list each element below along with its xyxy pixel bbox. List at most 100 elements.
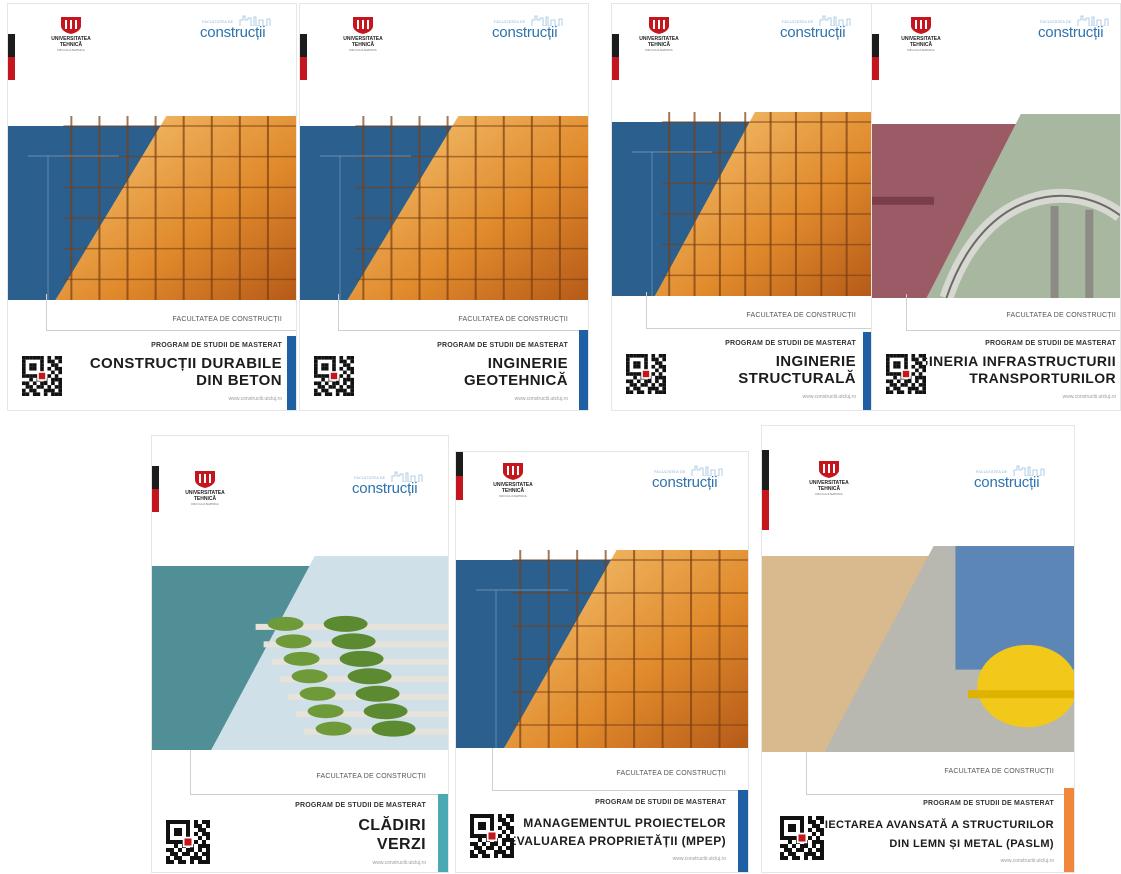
program-title: CONSTRUCȚII DURABILE DIN BETON [90,355,282,389]
hero-image [300,116,588,300]
university-logo: UNIVERSITATEA TEHNICĂ DIN CLUJ-NAPOCA [896,16,946,52]
brand-word: construcții [352,480,418,497]
divider-line [338,294,588,331]
program-title-line1: INGINERIE [775,353,856,370]
brand-word: construcții [492,24,558,41]
qr-code[interactable] [886,354,926,394]
website-link[interactable]: www.constructii.utcluj.ro [373,860,426,866]
hero-image [612,112,872,296]
program-title-line2: GEOTEHNICĂ [463,372,568,389]
university-name: UNIVERSITATEA TEHNICĂ [493,482,533,494]
qr-code[interactable] [166,820,210,864]
brand-word: construcții [200,24,266,41]
brochure-inginerie-geotehnica[interactable]: UNIVERSITATEA TEHNICĂ DIN CLUJ-NAPOCA FA… [300,4,588,410]
brochure-constructii-durabile[interactable]: UNIVERSITATEA TEHNICĂ DIN CLUJ-NAPOCA FA… [8,4,296,410]
faculty-label: FACULTATEA DE CONSTRUCȚII [616,770,726,777]
program-title: CLĂDIRI VERZI [358,816,426,854]
hero-image [152,556,448,750]
university-subname: DIN CLUJ-NAPOCA [57,48,85,52]
university-subname: DIN CLUJ-NAPOCA [815,492,843,496]
faculty-label: FACULTATEA DE CONSTRUCȚII [746,312,856,319]
brand-word: construcții [780,24,846,41]
brand-color-bar [456,452,463,500]
program-title-line1: CONSTRUCȚII DURABILE [89,355,282,372]
program-label: PROGRAM DE STUDII DE MASTERAT [437,342,568,349]
hero-image [456,550,748,748]
faculty-brand-logo: FACULTATEA DE construcții [974,464,1054,494]
faculty-brand-logo: FACULTATEA DE construcții [1038,14,1118,44]
faculty-label: FACULTATEA DE CONSTRUCȚII [1006,312,1116,319]
divider-line [46,294,296,331]
program-title-line2: DIN BETON [196,372,282,389]
university-logo: UNIVERSITATEA TEHNICĂ DIN CLUJ-NAPOCA [804,460,854,496]
program-label: PROGRAM DE STUDII DE MASTERAT [151,342,282,349]
qr-code[interactable] [22,356,62,396]
hero-image [8,116,296,300]
university-name: UNIVERSITATEA TEHNICĂ [901,36,941,48]
website-link[interactable]: www.constructii.utcluj.ro [673,856,726,862]
faculty-label: FACULTATEA DE CONSTRUCȚII [944,768,1054,775]
program-title-line2: ȘI EVALUAREA PROPRIETĂȚII (MPEP) [492,834,726,848]
divider-line [646,292,872,329]
website-link[interactable]: www.constructii.utcluj.ro [515,396,568,402]
qr-code[interactable] [470,814,514,858]
program-title: INGINERIE GEOTEHNICĂ [464,355,568,389]
university-subname: DIN CLUJ-NAPOCA [645,48,673,52]
university-name: UNIVERSITATEA TEHNICĂ [639,36,679,48]
faculty-brand-logo: FACULTATEA DE construcții [780,14,860,44]
faculty-label: FACULTATEA DE CONSTRUCȚII [316,773,426,780]
program-title-line2: VERZI [376,836,426,853]
brand-color-bar [8,34,15,80]
brochure-proiectare-structuri[interactable]: UNIVERSITATEA TEHNICĂ DIN CLUJ-NAPOCA FA… [762,426,1074,872]
university-logo: UNIVERSITATEA TEHNICĂ DIN CLUJ-NAPOCA [338,16,388,52]
brochure-cladiri-verzi[interactable]: UNIVERSITATEA TEHNICĂ DIN CLUJ-NAPOCA FA… [152,436,448,872]
university-name: UNIVERSITATEA TEHNICĂ [185,490,225,502]
faculty-label: FACULTATEA DE CONSTRUCȚII [172,316,282,323]
brand-color-bar [612,34,619,80]
program-title: INGINERIA INFRASTRUCTURII TRANSPORTURILO… [903,353,1116,387]
university-logo: UNIVERSITATEA TEHNICĂ DIN CLUJ-NAPOCA [180,470,230,506]
accent-stripe [287,336,296,410]
university-name: UNIVERSITATEA TEHNICĂ [51,36,91,48]
accent-stripe [863,332,872,410]
university-subname: DIN CLUJ-NAPOCA [499,494,527,498]
accent-stripe [579,330,588,410]
faculty-brand-logo: FACULTATEA DE construcții [492,14,572,44]
university-logo: UNIVERSITATEA TEHNICĂ DIN CLUJ-NAPOCA [634,16,684,52]
accent-stripe [438,794,448,872]
hero-image [872,114,1120,298]
program-title: INGINERIE STRUCTURALĂ [738,353,856,387]
website-link[interactable]: www.constructii.utcluj.ro [1063,394,1116,400]
program-title-line1: INGINERIE [487,355,568,372]
university-subname: DIN CLUJ-NAPOCA [907,48,935,52]
website-link[interactable]: www.constructii.utcluj.ro [1001,858,1054,864]
faculty-brand-logo: FACULTATEA DE construcții [352,470,432,500]
website-link[interactable]: www.constructii.utcluj.ro [803,394,856,400]
brand-color-bar [152,466,159,512]
university-subname: DIN CLUJ-NAPOCA [349,48,377,52]
faculty-brand-logo: FACULTATEA DE construcții [652,464,732,494]
university-subname: DIN CLUJ-NAPOCA [191,502,219,506]
program-title-line2: TRANSPORTURILOR [969,370,1116,386]
brochure-management-proiecte[interactable]: UNIVERSITATEA TEHNICĂ DIN CLUJ-NAPOCA FA… [456,452,748,872]
accent-stripe [1064,788,1074,872]
program-title-line1: PROIECTAREA AVANSATĂ A STRUCTURILOR [799,819,1054,831]
brand-color-bar [762,450,769,530]
website-link[interactable]: www.constructii.utcluj.ro [229,396,282,402]
brand-color-bar [872,34,879,80]
brand-word: construcții [1038,24,1104,41]
program-label: PROGRAM DE STUDII DE MASTERAT [595,799,726,806]
accent-stripe [738,790,748,872]
qr-code[interactable] [314,356,354,396]
qr-code[interactable] [780,816,824,860]
program-label: PROGRAM DE STUDII DE MASTERAT [923,800,1054,807]
qr-code[interactable] [626,354,666,394]
program-label: PROGRAM DE STUDII DE MASTERAT [725,340,856,347]
university-name: UNIVERSITATEA TEHNICĂ [809,480,849,492]
hero-image [762,546,1074,752]
brochure-inginerie-infrastructura[interactable]: UNIVERSITATEA TEHNICĂ DIN CLUJ-NAPOCA FA… [872,4,1120,410]
program-label: PROGRAM DE STUDII DE MASTERAT [985,340,1116,347]
brochure-inginerie-structurala[interactable]: UNIVERSITATEA TEHNICĂ DIN CLUJ-NAPOCA FA… [612,4,872,410]
brand-color-bar [300,34,307,80]
faculty-brand-logo: FACULTATEA DE construcții [200,14,280,44]
